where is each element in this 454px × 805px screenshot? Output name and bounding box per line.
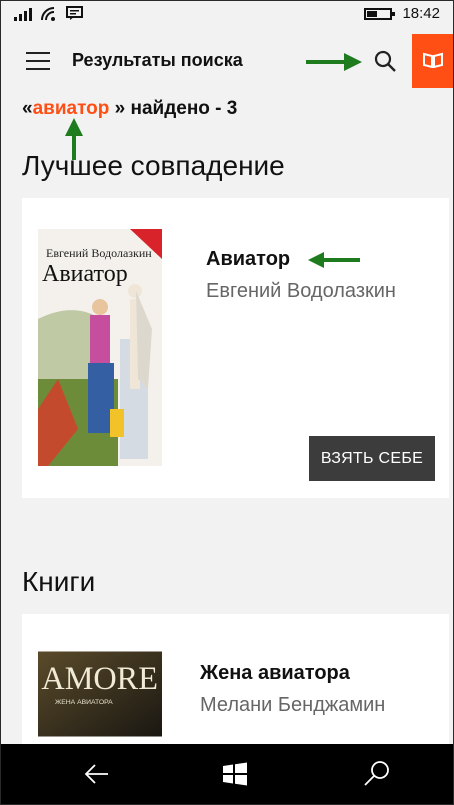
search-icon[interactable] (360, 757, 394, 791)
list-item[interactable]: AMORE ЖЕНА АВИАТОРА Жена авиатора Мелани… (22, 614, 449, 744)
book-cover[interactable]: AMORE ЖЕНА АВИАТОРА (38, 644, 162, 744)
search-term[interactable]: авиатор (33, 98, 110, 119)
svg-text:AMORE: AMORE (41, 660, 158, 696)
app-header: Результаты поиска (0, 34, 454, 88)
wifi-icon (41, 7, 55, 21)
annotation-arrow-icon (308, 252, 360, 268)
book-author[interactable]: Мелани Бенджамин (200, 694, 385, 717)
open-book-icon (423, 52, 443, 68)
book-title[interactable]: Жена авиатора (200, 662, 350, 685)
take-book-button[interactable]: ВЗЯТЬ СЕБЕ (309, 436, 435, 481)
book-author[interactable]: Евгений Водолазкин (206, 280, 396, 303)
best-match-card[interactable]: Евгений Водолазкин Авиатор Авиатор Евген… (22, 198, 449, 498)
signal-icon (14, 7, 32, 21)
svg-text:Евгений Водолазкин: Евгений Водолазкин (46, 246, 152, 260)
hamburger-icon[interactable] (26, 52, 50, 70)
page-title: Результаты поиска (72, 50, 243, 70)
battery-icon (364, 7, 396, 20)
book-cover[interactable]: Евгений Водолазкин Авиатор (38, 229, 162, 466)
search-result-summary: «авиатор » найдено - 3 (22, 98, 238, 119)
book-title[interactable]: Авиатор (206, 248, 290, 271)
status-bar: 18:42 (0, 0, 454, 28)
windows-logo-icon[interactable] (218, 757, 252, 791)
reader-button[interactable] (412, 34, 454, 88)
navigation-bar (0, 744, 454, 805)
annotation-arrow-icon (306, 53, 362, 71)
best-match-heading: Лучшее совпадение (22, 150, 285, 181)
books-heading: Книги (22, 566, 96, 597)
status-time: 18:42 (402, 5, 440, 22)
search-icon[interactable] (370, 46, 402, 78)
back-arrow-icon[interactable] (80, 757, 114, 791)
svg-text:ЖЕНА АВИАТОРА: ЖЕНА АВИАТОРА (55, 699, 113, 706)
svg-text:Авиатор: Авиатор (42, 261, 128, 287)
message-icon (66, 6, 83, 20)
